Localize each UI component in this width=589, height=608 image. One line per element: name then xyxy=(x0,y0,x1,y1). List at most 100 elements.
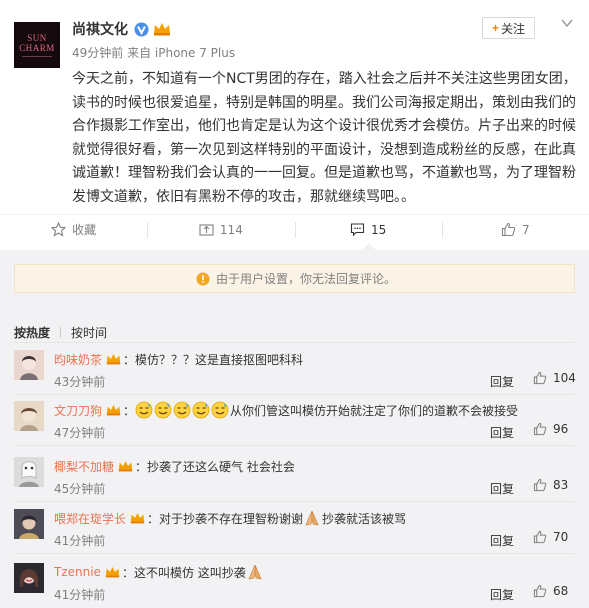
avatar-image-icon xyxy=(14,563,44,593)
thumbs-up-icon xyxy=(501,222,516,237)
verified-v-icon xyxy=(134,22,149,36)
reply-button[interactable]: 回复 xyxy=(490,424,514,441)
vip-crown-icon xyxy=(106,405,121,416)
thumbs-up-icon xyxy=(533,530,547,544)
thumbs-up-icon xyxy=(533,478,547,492)
comment-divider xyxy=(14,501,575,502)
reply-disabled-notice: 由于用户设置，你无法回复评论。 xyxy=(14,264,575,293)
follow-plus-icon: + xyxy=(491,21,499,35)
commenter-avatar[interactable] xyxy=(14,401,44,431)
commenter-name[interactable]: 椰梨不加糖 xyxy=(54,458,114,475)
author-avatar-logo[interactable]: SUN CHARM xyxy=(14,22,60,68)
commenter-avatar[interactable] xyxy=(14,350,44,380)
vip-crown-icon xyxy=(130,513,145,524)
sweat-smile-emoji-icon xyxy=(192,401,210,419)
thumbs-up-icon xyxy=(533,422,547,436)
collect-label: 收藏 xyxy=(72,223,97,237)
comment-divider xyxy=(14,553,575,554)
post-body-text: 今天之前，不知道有一个NCT男团的存在，踏入社会之后并不关注这些男团女团，读书的… xyxy=(72,71,577,205)
repost-button[interactable]: 114 xyxy=(147,215,294,244)
comment-like-button[interactable]: 70 xyxy=(533,530,568,544)
commenter-avatar[interactable] xyxy=(14,509,44,539)
sweat-smile-emoji-icon xyxy=(135,401,153,419)
comment-text: ：抄袭了还这么硬气 社会社会 xyxy=(135,459,295,474)
author-line: 尚祺文化 xyxy=(72,20,171,38)
logo-divider xyxy=(22,56,52,57)
commenter-avatar[interactable] xyxy=(14,457,44,487)
follow-label: 关注 xyxy=(501,21,526,36)
vip-crown-icon xyxy=(106,354,121,365)
notice-text: 由于用户设置，你无法回复评论。 xyxy=(216,272,397,286)
comment-like-count: 104 xyxy=(553,371,576,385)
avatar-image-icon xyxy=(14,509,44,539)
vip-crown-icon xyxy=(105,567,120,578)
comment-like-count: 70 xyxy=(553,530,569,544)
reply-button[interactable]: 回复 xyxy=(490,532,514,549)
comment-time: 47分钟前 xyxy=(54,426,106,440)
tab-sort-hot[interactable]: 按热度 xyxy=(14,324,50,341)
comment-time: 43分钟前 xyxy=(54,375,106,389)
comment-like-count: 96 xyxy=(553,422,569,436)
comment-like-button[interactable]: 83 xyxy=(533,478,568,492)
comment-time: 45分钟前 xyxy=(54,482,106,496)
comment-count: 15 xyxy=(370,222,387,237)
vip-crown-icon xyxy=(154,23,170,36)
commenter-name[interactable]: 文刀刀狗 xyxy=(54,402,102,419)
comment-divider xyxy=(14,445,575,446)
post-meta: 49分钟前 来自 iPhone 7 Plus xyxy=(72,46,236,60)
logo-line-2: CHARM xyxy=(19,43,55,53)
comment-time: 41分钟前 xyxy=(54,588,106,602)
follow-button[interactable]: + 关注 xyxy=(482,17,535,39)
avatar-image-icon xyxy=(14,350,44,380)
repost-count: 114 xyxy=(219,222,243,237)
comment-time: 41分钟前 xyxy=(54,534,106,548)
comment-text-prefix: ： xyxy=(123,403,136,418)
reply-button[interactable]: 回复 xyxy=(490,480,514,497)
tabs-underline xyxy=(14,342,575,343)
comment-tab-pointer xyxy=(362,243,376,250)
like-count: 7 xyxy=(522,222,530,237)
comment-like-button[interactable]: 104 xyxy=(533,371,576,385)
author-name[interactable]: 尚祺文化 xyxy=(72,19,128,39)
sweat-smile-emoji-icon xyxy=(154,401,172,419)
comment-like-count: 68 xyxy=(553,584,569,598)
comment-text-suffix: 抄袭就活该被骂 xyxy=(322,511,407,526)
commenter-avatar[interactable] xyxy=(14,563,44,593)
vip-crown-icon xyxy=(118,461,133,472)
commenter-name[interactable]: Tzennie xyxy=(54,565,101,579)
sweat-smile-emoji-icon xyxy=(211,401,229,419)
comment-text: ：对于抄袭不存在理智粉谢谢 xyxy=(147,511,304,526)
comment-button[interactable]: 15 xyxy=(294,215,442,244)
comment-icon xyxy=(350,223,365,237)
comment-text: ：这不叫模仿 这叫抄袭 xyxy=(121,565,246,580)
sort-tabs: 按热度 按时间 xyxy=(14,324,107,341)
avatar-image-icon xyxy=(14,457,44,487)
comment-text: ：模仿？？？这是直接抠图吧科科 xyxy=(123,352,304,367)
chevron-down-icon[interactable] xyxy=(560,16,574,30)
star-icon xyxy=(51,222,67,237)
comment-like-button[interactable]: 68 xyxy=(533,584,568,598)
post-action-bar: 收藏 114 15 7 xyxy=(0,214,589,244)
warning-icon xyxy=(196,272,210,285)
reply-button[interactable]: 回复 xyxy=(490,586,514,603)
logo-line-1: SUN xyxy=(27,33,47,43)
reply-button[interactable]: 回复 xyxy=(490,373,514,390)
like-button[interactable]: 7 xyxy=(441,215,589,244)
praying-hands-emoji-icon xyxy=(305,510,319,526)
comment-divider xyxy=(14,394,575,395)
comment-text: 从你们管这叫模仿开始就注定了你们的道歉不会被接受 xyxy=(230,403,519,418)
tab-divider xyxy=(60,327,62,338)
thumbs-up-icon xyxy=(533,371,547,385)
repost-icon xyxy=(199,224,214,236)
sweat-smile-emoji-icon xyxy=(173,401,191,419)
tab-sort-time[interactable]: 按时间 xyxy=(71,324,107,341)
thumbs-up-icon xyxy=(533,584,547,598)
comment-panel: 由于用户设置，你无法回复评论。 按热度 按时间 昀味奶茶 ：模仿？？？这是直接抠… xyxy=(0,250,589,608)
avatar-image-icon xyxy=(14,401,44,431)
collect-button[interactable]: 收藏 xyxy=(0,215,147,244)
commenter-name[interactable]: 昀味奶茶 xyxy=(54,351,102,368)
comment-like-button[interactable]: 96 xyxy=(533,422,568,436)
commenter-name[interactable]: 喂郑在琁学长 xyxy=(54,510,126,527)
comment-like-count: 83 xyxy=(553,478,569,492)
praying-hands-emoji-icon xyxy=(248,564,262,580)
